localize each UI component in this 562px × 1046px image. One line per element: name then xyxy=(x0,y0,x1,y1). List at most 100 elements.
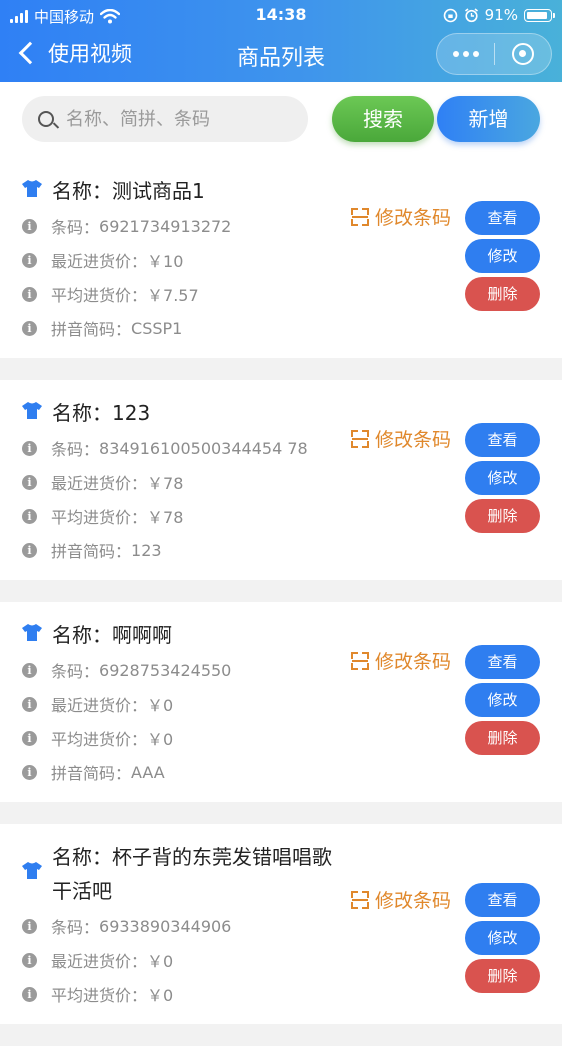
search-input[interactable] xyxy=(64,107,288,131)
view-button[interactable]: 查看 xyxy=(465,423,540,457)
battery-percent: 91% xyxy=(484,6,518,24)
recent-price-value: ￥0 xyxy=(147,952,174,971)
view-button[interactable]: 查看 xyxy=(465,201,540,235)
pinyin-row: i 拼音简码： 123 xyxy=(22,538,162,562)
barcode-label: 条码： xyxy=(51,218,100,237)
product-name: 名称：啊啊啊 xyxy=(52,623,172,647)
pinyin-label: 拼音简码： xyxy=(51,764,132,783)
search-button[interactable]: 搜索 xyxy=(332,96,434,142)
status-right: 91% xyxy=(443,6,555,24)
delete-button[interactable]: 删除 xyxy=(465,721,540,755)
scan-barcode-icon xyxy=(351,890,369,909)
edit-barcode-link[interactable]: 修改条码 xyxy=(351,425,451,452)
avg-price-value: ￥7.57 xyxy=(147,286,199,305)
info-icon: i xyxy=(22,696,37,712)
view-button[interactable]: 查看 xyxy=(465,645,540,679)
info-icon: i xyxy=(22,440,37,456)
barcode-label: 条码： xyxy=(51,662,100,681)
pinyin-value: CSSP1 xyxy=(131,318,183,338)
recent-price-value: ￥10 xyxy=(147,252,184,271)
recent-price-label: 最近进货价： xyxy=(51,474,148,493)
info-icon: i xyxy=(22,542,37,558)
avg-price-label: 平均进货价： xyxy=(51,986,148,1005)
pinyin-row: i 拼音简码： CSSP1 xyxy=(22,316,182,340)
edit-button[interactable]: 修改 xyxy=(465,461,540,495)
edit-barcode-label: 修改条码 xyxy=(375,429,452,451)
avg-price-label: 平均进货价： xyxy=(51,508,148,527)
status-bar: 中国移动 14:38 91% xyxy=(0,0,562,30)
avg-price-row: i 平均进货价： ￥78 xyxy=(22,504,183,528)
shirt-icon xyxy=(22,624,42,641)
product-card: 名称：测试商品1 i 条码： 6921734913272 i 最近进货价： ￥10 … xyxy=(0,158,562,358)
recent-price-value: ￥0 xyxy=(147,696,174,715)
barcode-row: i 条码： 6921734913272 xyxy=(22,214,231,238)
more-dots-icon xyxy=(452,51,459,57)
nav-bar: 使用视频 商品列表 xyxy=(0,30,562,82)
pinyin-value: 123 xyxy=(131,540,162,560)
barcode-value: 6928753424550 xyxy=(99,660,232,680)
close-button[interactable] xyxy=(495,34,551,74)
edit-barcode-link[interactable]: 修改条码 xyxy=(351,886,451,913)
barcode-label: 条码： xyxy=(51,918,100,937)
product-name-row: 名称：啊啊啊 xyxy=(22,618,342,652)
battery-icon xyxy=(524,8,555,22)
avg-price-row: i 平均进货价： ￥7.57 xyxy=(22,282,199,306)
add-button[interactable]: 新增 xyxy=(437,96,540,142)
edit-barcode-link[interactable]: 修改条码 xyxy=(351,647,451,674)
recent-price-row: i 最近进货价： ￥0 xyxy=(22,692,173,716)
avg-price-row: i 平均进货价： ￥0 xyxy=(22,982,173,1006)
rotation-lock-icon xyxy=(443,8,457,22)
info-icon: i xyxy=(22,320,37,336)
pinyin-label: 拼音简码： xyxy=(51,320,132,339)
edit-button[interactable]: 修改 xyxy=(465,921,540,955)
product-card: 名称：啊啊啊 i 条码： 6928753424550 i 最近进货价： ￥0 i 平… xyxy=(0,602,562,802)
info-icon: i xyxy=(22,286,37,302)
delete-button[interactable]: 删除 xyxy=(465,499,540,533)
avg-price-value: ￥0 xyxy=(147,986,174,1005)
top-bar: 中国移动 14:38 91% 使用视频 商品列表 xyxy=(0,0,562,82)
pinyin-value: AAA xyxy=(131,762,165,782)
info-icon: i xyxy=(22,508,37,524)
edit-barcode-label: 修改条码 xyxy=(375,207,452,229)
avg-price-label: 平均进货价： xyxy=(51,730,148,749)
barcode-row: i 条码： 834916100500344454 78 xyxy=(22,436,308,460)
info-icon: i xyxy=(22,252,37,268)
edit-barcode-label: 修改条码 xyxy=(375,651,452,673)
capsule-close-icon xyxy=(511,43,534,65)
edit-button[interactable]: 修改 xyxy=(465,683,540,717)
product-name-row: 名称：杯子背的东莞发错唱唱歌干活吧 xyxy=(22,840,342,908)
edit-barcode-link[interactable]: 修改条码 xyxy=(351,203,451,230)
recent-price-value: ￥78 xyxy=(147,474,184,493)
search-bar: 搜索 新增 xyxy=(0,82,562,158)
product-name: 名称：杯子背的东莞发错唱唱歌干活吧 xyxy=(52,845,332,903)
search-icon xyxy=(38,111,54,127)
scan-barcode-icon xyxy=(351,207,369,226)
product-name-row: 名称：123 xyxy=(22,396,342,430)
info-icon: i xyxy=(22,730,37,746)
product-name-row: 名称：测试商品1 xyxy=(22,174,342,208)
barcode-value: 6921734913272 xyxy=(99,216,232,236)
scan-barcode-icon xyxy=(351,429,369,448)
info-icon: i xyxy=(22,918,37,934)
avg-price-row: i 平均进货价： ￥0 xyxy=(22,726,173,750)
barcode-value: 834916100500344454 78 xyxy=(99,438,308,458)
edit-barcode-label: 修改条码 xyxy=(375,890,452,912)
pinyin-row: i 拼音简码： AAA xyxy=(22,760,165,784)
edit-button[interactable]: 修改 xyxy=(465,239,540,273)
product-list: 名称：测试商品1 i 条码： 6921734913272 i 最近进货价： ￥10 … xyxy=(0,158,562,1046)
delete-button[interactable]: 删除 xyxy=(465,277,540,311)
view-button[interactable]: 查看 xyxy=(465,883,540,917)
info-icon: i xyxy=(22,474,37,490)
product-card: 名称：杯子背的东莞发错唱唱歌干活吧 i 条码： 6933890344906 i 最… xyxy=(0,824,562,1024)
avg-price-label: 平均进货价： xyxy=(51,286,148,305)
delete-button[interactable]: 删除 xyxy=(465,959,540,993)
search-box[interactable] xyxy=(22,96,308,142)
back-button[interactable]: 使用视频 xyxy=(16,38,132,68)
recent-price-label: 最近进货价： xyxy=(51,252,148,271)
avg-price-value: ￥0 xyxy=(147,730,174,749)
recent-price-row: i 最近进货价： ￥78 xyxy=(22,470,183,494)
more-button[interactable] xyxy=(437,34,494,74)
barcode-row: i 条码： 6933890344906 xyxy=(22,914,231,938)
avg-price-value: ￥78 xyxy=(147,508,184,527)
info-icon: i xyxy=(22,764,37,780)
